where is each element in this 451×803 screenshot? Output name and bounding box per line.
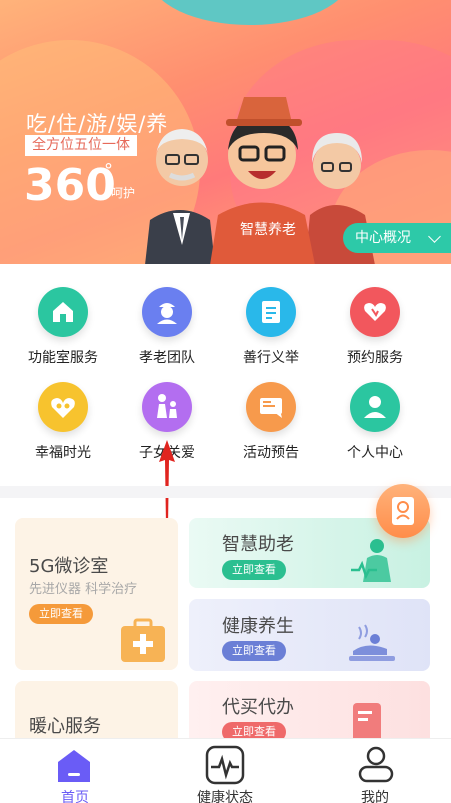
clinic-card[interactable]: 5G微诊室 先进仪器 科学治疗 立即查看 bbox=[15, 518, 178, 670]
tab-home[interactable]: 首页 bbox=[0, 739, 150, 803]
tab-health-status[interactable]: 健康状态 bbox=[150, 739, 300, 803]
service-grid: 功能室服务 孝老团队 善行义举 预约服务 幸福时光 子女关爱 活动预告 bbox=[0, 264, 451, 486]
tab-mine[interactable]: 我的 bbox=[300, 739, 450, 803]
caregiver-icon bbox=[351, 539, 391, 582]
service-item-function-room[interactable]: 功能室服务 bbox=[8, 287, 118, 367]
medical-kit-icon bbox=[121, 618, 165, 662]
parent-child-icon bbox=[142, 382, 192, 432]
banner-tagline: 全方位五位一体 bbox=[25, 135, 137, 156]
smart-view-button[interactable]: 立即查看 bbox=[222, 560, 286, 580]
service-item-appointment[interactable]: 预约服务 bbox=[320, 287, 430, 367]
clinic-view-button[interactable]: 立即查看 bbox=[29, 604, 93, 624]
service-label: 活动预告 bbox=[243, 445, 299, 461]
service-label: 功能室服务 bbox=[28, 350, 98, 366]
banner-decoration bbox=[150, 0, 350, 25]
service-item-happy-time[interactable]: 幸福时光 bbox=[8, 382, 118, 462]
service-item-personal-center[interactable]: 个人中心 bbox=[320, 382, 430, 462]
service-label: 孝老团队 bbox=[139, 350, 195, 366]
service-item-activity-preview[interactable]: 活动预告 bbox=[216, 382, 326, 462]
profile-icon bbox=[358, 746, 394, 783]
service-label: 善行义举 bbox=[243, 350, 299, 366]
wellness-icon bbox=[349, 624, 395, 661]
home-tab-icon bbox=[58, 750, 90, 782]
document-icon bbox=[246, 287, 296, 337]
home-icon bbox=[38, 287, 88, 337]
card-title: 代买代办 bbox=[222, 697, 294, 718]
floating-id-card-button[interactable] bbox=[376, 484, 430, 538]
card-title: 5G微诊室 bbox=[29, 556, 109, 577]
chevron-down-icon bbox=[428, 230, 441, 243]
health-card[interactable]: 健康养生 立即查看 bbox=[189, 599, 430, 671]
person-icon bbox=[350, 382, 400, 432]
nurse-icon bbox=[142, 287, 192, 337]
tab-label: 我的 bbox=[361, 790, 389, 803]
tab-label: 首页 bbox=[61, 790, 89, 803]
service-item-good-deeds[interactable]: 善行义举 bbox=[216, 287, 326, 367]
bottom-tab-bar: 首页 健康状态 我的 bbox=[0, 738, 451, 803]
center-overview-label: 中心概况 bbox=[355, 230, 411, 246]
tab-label: 健康状态 bbox=[197, 790, 253, 803]
heart-hands-icon bbox=[350, 287, 400, 337]
card-title: 智慧助老 bbox=[222, 534, 294, 555]
banner-shirt-text: 智慧养老 bbox=[240, 222, 296, 238]
banner-degree: ° bbox=[104, 160, 113, 181]
service-label: 预约服务 bbox=[347, 350, 403, 366]
banner-number: 360 bbox=[24, 160, 116, 211]
banner-subtext: 呵护 bbox=[111, 186, 136, 200]
heart-people-icon bbox=[38, 382, 88, 432]
top-banner[interactable]: 吃/住/游/娱/养 全方位五位一体 360 ° 呵护 智慧养老 中心概况 bbox=[0, 0, 451, 264]
card-subtitle: 先进仪器 科学治疗 bbox=[29, 582, 138, 597]
card-title: 健康养生 bbox=[222, 616, 294, 637]
service-item-filial-team[interactable]: 孝老团队 bbox=[112, 287, 222, 367]
service-label: 幸福时光 bbox=[35, 445, 91, 461]
red-arrow-annotation bbox=[159, 440, 175, 526]
health-view-button[interactable]: 立即查看 bbox=[222, 641, 286, 661]
notice-icon bbox=[246, 382, 296, 432]
service-label: 个人中心 bbox=[347, 445, 403, 461]
heartbeat-icon bbox=[205, 745, 245, 785]
id-card-icon bbox=[392, 497, 414, 525]
card-title: 暖心服务 bbox=[29, 716, 101, 737]
center-overview-button[interactable]: 中心概况 bbox=[343, 223, 451, 253]
